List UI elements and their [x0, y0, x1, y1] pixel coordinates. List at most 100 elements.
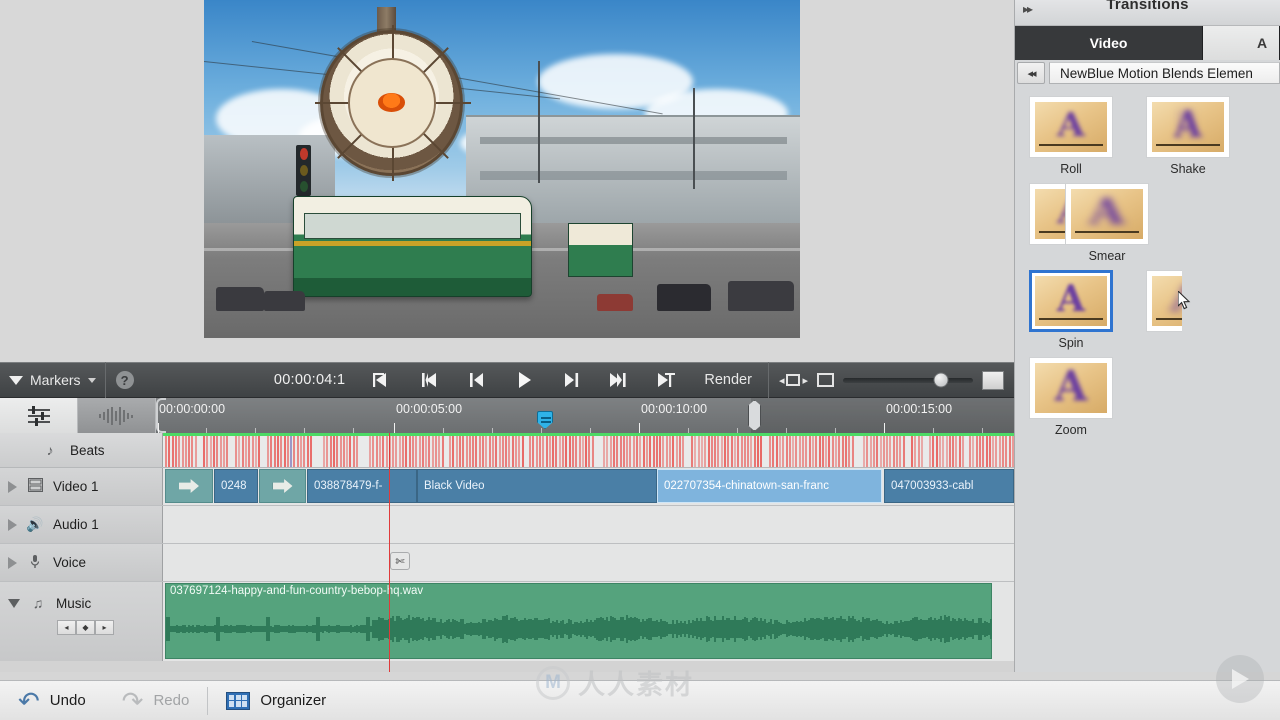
transition-arrow-icon — [179, 479, 199, 493]
transition-item-zoom[interactable]: A Zoom — [1029, 357, 1146, 437]
transition-label: Zoom — [1029, 423, 1113, 437]
go-to-end-icon[interactable] — [594, 362, 641, 398]
track-audio-1: 🔊 Audio 1 — [0, 506, 1014, 544]
watermark: M 人人素材 — [536, 663, 694, 702]
current-time-indicator[interactable] — [537, 411, 553, 429]
clip-label: 037697124-happy-and-fun-country-bebop-hq… — [170, 585, 423, 597]
beat-note-icon: ♪ — [40, 442, 60, 458]
transition-item-partial-top[interactable]: A — [1029, 183, 1065, 263]
zoom-out-icon[interactable]: ◂ ▸ — [779, 374, 808, 387]
transition-item-partial-mid[interactable]: A — [1146, 270, 1182, 350]
track-header-music[interactable]: ♫ Music ◂ ◆ ▸ — [0, 582, 163, 661]
ruler-label: 00:00:05:00 — [396, 402, 462, 416]
watermark-play-icon — [1216, 655, 1264, 703]
panel-titlebar: ▸▸ Transitions — [1015, 0, 1280, 26]
watermark-text: 人人素材 — [578, 663, 694, 702]
category-row: ◂◂ NewBlue Motion Blends Elemen — [1015, 60, 1280, 86]
ruler-label: 00:00:15:00 — [886, 402, 952, 416]
timeline-audio-clip[interactable]: 037697124-happy-and-fun-country-bebop-hq… — [165, 583, 992, 659]
tab-video[interactable]: Video — [1015, 26, 1203, 60]
next-keyframe-button[interactable]: ▸ — [95, 620, 114, 635]
markers-dropdown[interactable]: Markers — [0, 372, 105, 388]
expand-triangle-icon[interactable] — [8, 481, 17, 493]
add-keyframe-button[interactable]: ◆ — [76, 620, 95, 635]
keyframe-nav: ◂ ◆ ▸ — [57, 620, 114, 635]
play-icon[interactable] — [500, 362, 547, 398]
track-header-video-1[interactable]: Video 1 — [0, 468, 163, 505]
timeline-clip[interactable]: 038878479-f- — [307, 469, 417, 503]
set-out-point-icon[interactable] — [641, 362, 688, 398]
expand-triangle-icon[interactable] — [8, 557, 17, 569]
clip-label: 047003933-cabl — [891, 480, 974, 492]
video-1-clips-area[interactable]: 0248 038878479-f- Black Video 022707354-… — [163, 468, 1014, 505]
voice-clips-area[interactable]: ✄ — [163, 544, 1014, 581]
track-label: Voice — [53, 555, 86, 570]
step-forward-icon[interactable] — [547, 362, 594, 398]
redo-arrow-icon: ↷ — [122, 688, 144, 714]
redo-button[interactable]: ↷ Redo — [104, 681, 208, 720]
beats-markers-area[interactable] — [163, 433, 1014, 467]
crab-emblem — [378, 93, 405, 112]
transitions-grid: A Roll A Shake A A Smear A Spin A — [1015, 86, 1280, 444]
category-name[interactable]: NewBlue Motion Blends Elemen — [1049, 62, 1280, 84]
step-back-icon[interactable] — [453, 362, 500, 398]
chevron-down-icon — [88, 378, 96, 383]
second-streetcar — [568, 223, 634, 277]
clip-label: 022707354-chinatown-san-franc — [664, 480, 829, 492]
track-header-voice[interactable]: Voice — [0, 544, 163, 581]
timeline-ruler[interactable]: 00:00:00:00 00:00:05:00 00:00:10:00 00:0… — [156, 398, 1014, 433]
zoom-in-icon[interactable] — [817, 373, 834, 387]
transition-item-smear[interactable]: A Smear — [1065, 183, 1182, 263]
timeline-clip[interactable]: 047003933-cabl — [884, 469, 1014, 503]
set-in-point-icon[interactable] — [359, 362, 406, 398]
streetcar — [293, 196, 531, 297]
fit-to-window-button[interactable] — [982, 371, 1004, 390]
track-label: Video 1 — [53, 479, 99, 494]
panel-tabs: Video A — [1015, 26, 1280, 60]
zoom-controls: ◂ ▸ — [769, 371, 1014, 390]
music-clips-area[interactable]: 037697124-happy-and-fun-country-bebop-hq… — [163, 582, 1014, 661]
zoom-slider[interactable] — [843, 378, 973, 383]
video-preview-frame[interactable] — [204, 0, 800, 338]
film-strip-icon — [25, 478, 45, 495]
transition-label: Spin — [1029, 336, 1113, 350]
timeline-view-icon[interactable] — [0, 398, 78, 433]
audio-1-clips-area[interactable] — [163, 506, 1014, 543]
double-chevron-left-icon[interactable]: ◂◂ — [1017, 62, 1045, 84]
undo-arrow-icon: ↶ — [18, 688, 40, 714]
work-area-out-marker[interactable] — [748, 400, 761, 431]
sceneline-view-icon[interactable] — [78, 398, 156, 433]
timeline-clip-selected[interactable]: 022707354-chinatown-san-franc — [657, 469, 882, 503]
render-button[interactable]: Render — [688, 372, 768, 388]
track-label: Beats — [70, 443, 105, 458]
go-to-start-icon[interactable] — [406, 362, 453, 398]
prev-keyframe-button[interactable]: ◂ — [57, 620, 76, 635]
tab-audio[interactable]: A — [1203, 26, 1280, 60]
transition-item-shake[interactable]: A Shake — [1146, 96, 1263, 176]
collapse-triangle-icon[interactable] — [8, 599, 20, 608]
track-header-audio-1[interactable]: 🔊 Audio 1 — [0, 506, 163, 543]
zoom-slider-knob[interactable] — [933, 373, 948, 388]
watermark-logo-icon: M — [536, 666, 570, 700]
expand-triangle-icon[interactable] — [8, 519, 17, 531]
beats-track-header[interactable]: ♪ Beats — [0, 433, 163, 467]
current-timecode[interactable]: 00:00:04:1 — [274, 372, 360, 388]
undo-button[interactable]: ↶ Undo — [0, 681, 104, 720]
scissors-icon[interactable]: ✄ — [390, 552, 410, 570]
timeline-clip-transition[interactable] — [165, 469, 213, 503]
transport-bar: Markers ? 00:00:04:1 Render ◂ ▸ — [0, 362, 1014, 398]
timeline-clip-transition[interactable] — [259, 469, 306, 503]
timeline-clip[interactable]: Black Video — [417, 469, 657, 503]
transition-item-spin[interactable]: A Spin — [1029, 270, 1146, 350]
organizer-label: Organizer — [260, 692, 326, 709]
help-button[interactable]: ? — [116, 371, 134, 389]
timeline-clip[interactable]: 0248 — [214, 469, 258, 503]
traffic-light — [296, 145, 310, 196]
track-voice: Voice ✄ — [0, 544, 1014, 582]
clip-label: 038878479-f- — [314, 480, 382, 492]
track-label: Audio 1 — [53, 517, 99, 532]
clip-label: Black Video — [424, 480, 485, 492]
transition-item-roll[interactable]: A Roll — [1029, 96, 1146, 176]
organizer-button[interactable]: Organizer — [208, 681, 344, 720]
ruler-label: 00:00:10:00 — [641, 402, 707, 416]
